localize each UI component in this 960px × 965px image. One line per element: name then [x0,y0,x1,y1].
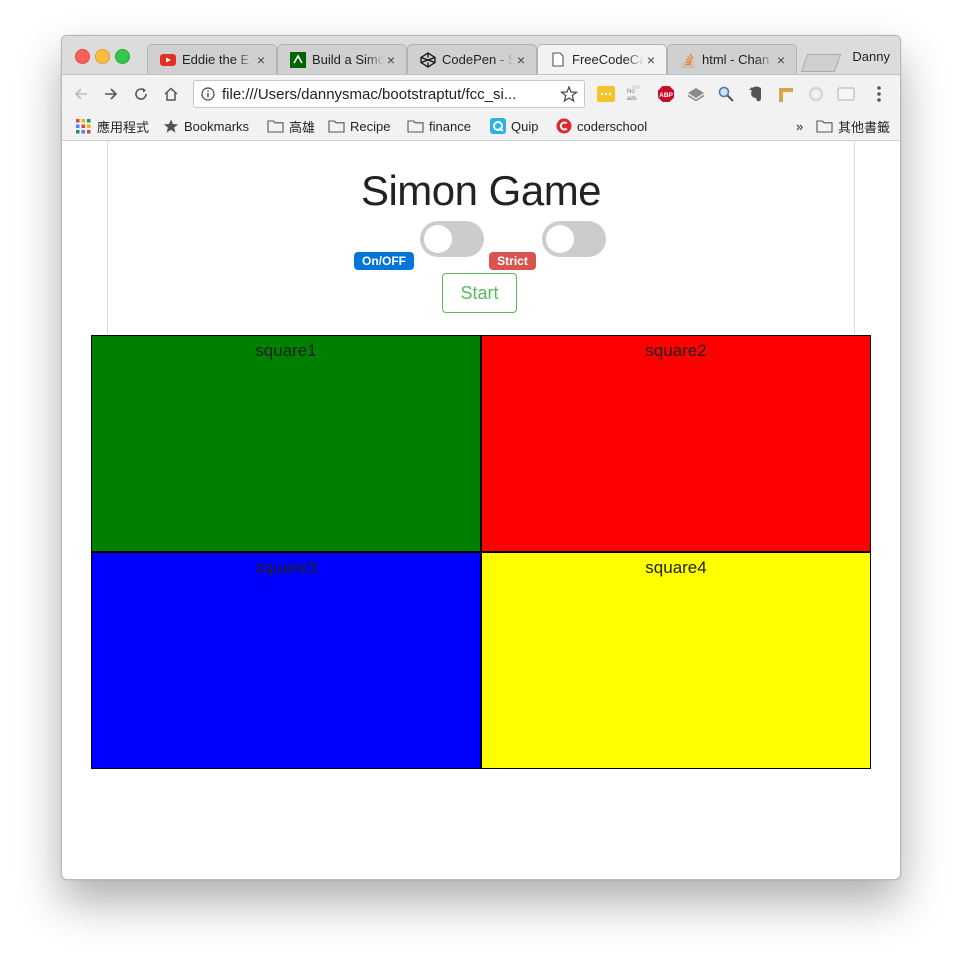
toggle-knob [546,225,574,253]
bookmark-star-icon[interactable] [559,85,579,103]
start-button[interactable]: Start [442,273,517,313]
tab-fcc[interactable]: Build a Simon × [277,44,407,74]
folder-icon [328,119,345,134]
tab-title: FreeCodeCa [572,52,644,67]
zoom-window-button[interactable] [115,49,130,64]
tab-freecodecamp[interactable]: FreeCodeCa × [537,44,667,74]
no-ads-label: No ads [627,89,637,102]
strict-badge: Strict [489,252,536,270]
bookmark-folder[interactable]: finance [407,117,471,135]
tab-title: html - Chan [702,52,770,67]
bookmark-label: 其他書籤 [838,119,891,135]
layers-icon[interactable] [687,85,705,103]
extension-yellow-icon[interactable] [597,85,615,103]
tab-codepen[interactable]: CodePen - S × [407,44,537,74]
bookmark-label: Quip [511,118,539,134]
menu-kebab-icon[interactable] [870,85,888,103]
page-title: Simon Game [360,167,602,214]
abp-label: ABP [659,92,673,99]
tab-close-icon[interactable]: × [514,52,528,68]
codepen-icon [420,51,436,68]
bookmark-label: finance [429,118,471,134]
toggle-knob [424,225,452,253]
square-blue[interactable]: square3 [91,552,481,769]
bookmarks-overflow-button[interactable]: » [796,117,803,135]
tab-title: Build a Simon [312,52,384,67]
bookmark-other[interactable]: 其他書籤 [816,117,890,135]
fcc-icon [290,51,306,68]
forward-arrow-icon[interactable] [100,83,122,105]
bookmark-bookmarks[interactable]: Bookmarks [162,117,249,135]
folder-icon [816,119,833,134]
tab-close-icon[interactable]: × [384,52,398,68]
bookmark-label: 高雄 [289,119,316,135]
file-icon [550,52,566,68]
simon-board: square1 square2 square3 square4 [91,335,871,769]
coderschool-icon [555,118,572,134]
on-off-badge: On/OFF [354,252,414,270]
power-toggle[interactable] [420,221,484,257]
apps-grid-icon [75,118,92,134]
folder-icon [267,119,284,134]
bookmark-coderschool[interactable]: coderschool [555,117,647,135]
browser-toolbar: file:///Users/dannysmac/bootstraptut/fcc… [62,75,900,113]
tab-close-icon[interactable]: × [644,52,658,68]
url-text[interactable]: file:///Users/dannysmac/bootstraptut/fcc… [222,86,516,103]
bookmark-quip[interactable]: Quip [489,117,538,135]
back-arrow-icon[interactable] [70,83,92,105]
window-extension-icon[interactable] [837,85,855,103]
ruler-icon[interactable] [777,85,795,103]
bookmark-label: coderschool [577,118,648,134]
address-bar[interactable]: file:///Users/dannysmac/bootstraptut/fcc… [193,80,585,108]
minimize-window-button[interactable] [95,49,110,64]
star-icon [162,119,179,134]
refresh-extension-icon[interactable] [807,85,825,103]
bookmarks-bar: 應用程式 Bookmarks 高雄 Recipe finance Quip co… [62,113,900,141]
strict-toggle[interactable] [542,221,606,257]
tab-close-icon[interactable]: × [774,52,788,68]
bookmark-folder[interactable]: 高雄 [267,117,315,135]
bookmark-folder[interactable]: Recipe [328,117,390,135]
folder-icon [407,119,424,134]
info-icon[interactable] [201,87,215,101]
bookmark-label: Recipe [350,118,391,134]
tab-youtube[interactable]: Eddie the E × [147,44,277,74]
page-content: Simon Game On/OFF Strict Start square1 s… [62,140,900,879]
no-ads-icon[interactable]: No ads [627,85,645,103]
tab-title: CodePen - S [442,52,514,67]
profile-name[interactable]: Danny [852,49,890,64]
tab-title: Eddie the E [182,52,250,67]
reload-icon[interactable] [130,83,152,105]
square-yellow[interactable]: square4 [481,552,871,769]
close-window-button[interactable] [75,49,90,64]
tab-close-icon[interactable]: × [254,52,268,68]
square-red[interactable]: square2 [481,335,871,552]
home-icon[interactable] [160,83,182,105]
new-tab-button[interactable] [800,54,842,72]
bookmark-label: Bookmarks [184,118,250,134]
youtube-icon [160,52,176,68]
bookmark-label: 應用程式 [97,119,150,135]
browser-window: Eddie the E × Build a Simon × CodePen - … [61,35,901,880]
tab-stackoverflow[interactable]: html - Chan × [667,44,797,74]
inspector-icon[interactable] [717,85,735,103]
quip-icon [489,118,506,134]
adblock-plus-icon[interactable]: ABP [657,85,675,103]
square-green[interactable]: square1 [91,335,481,552]
bookmark-apps[interactable]: 應用程式 [75,117,149,135]
evernote-icon[interactable] [747,85,765,103]
stackoverflow-icon [680,52,696,68]
tab-strip: Eddie the E × Build a Simon × CodePen - … [62,36,900,75]
